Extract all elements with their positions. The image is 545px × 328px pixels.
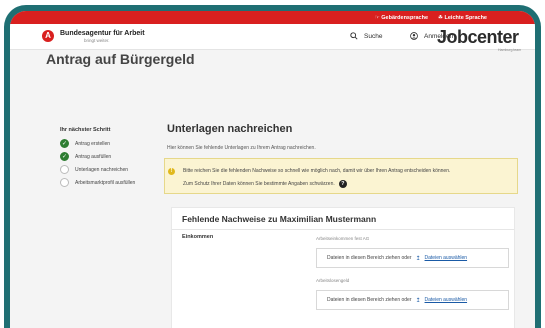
notice-text-2: Zum Schutz Ihrer Daten können Sie bestim… xyxy=(183,180,347,188)
check-icon: ✓ xyxy=(60,139,69,148)
empty-circle-icon xyxy=(60,178,69,187)
easy-language-label: Leichte Sprache xyxy=(444,14,488,21)
info-notice: ! Bitte reichen Sie die fehlenden Nachwe… xyxy=(164,158,518,194)
step-item[interactable]: Unterlagen nachreichen xyxy=(60,165,128,174)
choose-files-link[interactable]: Dateien auswählen xyxy=(425,255,468,261)
section-title: Unterlagen nachreichen xyxy=(167,123,293,135)
step-item[interactable]: Arbeitsmarktprofil ausfüllen xyxy=(60,178,135,187)
page-title: Antrag auf Bürgergeld xyxy=(46,51,195,67)
ba-logo-icon[interactable]: A xyxy=(42,30,54,42)
divider xyxy=(172,229,514,230)
field-label: Arbeitseinkommen fest AG xyxy=(316,236,370,241)
search-button[interactable]: Suche xyxy=(350,32,382,40)
jobcenter-logo: Jobcenter xyxy=(437,27,519,47)
brand-name[interactable]: Bundesagentur für Arbeit xyxy=(60,30,145,37)
notice-redact-text: Zum Schutz Ihrer Daten können Sie bestim… xyxy=(183,181,335,187)
step-label: Unterlagen nachreichen xyxy=(75,166,129,173)
step-item[interactable]: ✓ Antrag erstellen xyxy=(60,139,110,148)
step-item[interactable]: ✓ Antrag ausfüllen xyxy=(60,152,111,161)
file-dropzone[interactable]: Dateien in diesen Bereich ziehen oder ↥ … xyxy=(316,290,509,310)
steps-title: Ihr nächster Schritt xyxy=(60,127,111,133)
missing-documents-card: Fehlende Nachweise zu Maximilian Musterm… xyxy=(171,207,515,328)
upload-icon: ↥ xyxy=(415,255,421,262)
section-subtitle: Hier können Sie fehlende Unterlagen zu I… xyxy=(167,145,316,151)
income-section-label: Einkommen xyxy=(182,234,214,240)
field-label: Arbeitslosengeld xyxy=(316,278,350,283)
step-label: Antrag ausfüllen xyxy=(75,153,112,160)
jobcenter-sublabel: Hamburg.team xyxy=(498,48,522,52)
step-label: Antrag erstellen xyxy=(75,140,111,147)
dropzone-text: Dateien in diesen Bereich ziehen oder xyxy=(327,297,412,303)
sign-language-link[interactable]: ☞ Gebärdensprache xyxy=(375,15,428,21)
upload-icon: ↥ xyxy=(415,297,421,304)
dropzone-text: Dateien in diesen Bereich ziehen oder xyxy=(327,255,412,261)
help-icon[interactable]: ? xyxy=(338,180,347,188)
empty-circle-icon xyxy=(60,165,69,174)
step-label: Arbeitsmarktprofil ausfüllen xyxy=(75,179,136,186)
search-label: Suche xyxy=(364,32,383,40)
file-dropzone[interactable]: Dateien in diesen Bereich ziehen oder ↥ … xyxy=(316,248,509,268)
search-icon xyxy=(350,32,358,40)
choose-files-link[interactable]: Dateien auswählen xyxy=(425,297,468,303)
sign-language-label: Gebärdensprache xyxy=(381,14,429,21)
card-title: Fehlende Nachweise zu Maximilian Musterm… xyxy=(182,214,377,224)
warning-icon: ! xyxy=(168,168,175,175)
check-icon: ✓ xyxy=(60,152,69,161)
top-utility-bar: ☞ Gebärdensprache ☘ Leichte Sprache xyxy=(10,11,535,24)
user-icon xyxy=(410,32,418,40)
brand-tagline: bringt weiter. xyxy=(84,38,110,43)
browser-frame: ☞ Gebärdensprache ☘ Leichte Sprache A Bu… xyxy=(4,5,541,328)
easy-language-link[interactable]: ☘ Leichte Sprache xyxy=(438,15,487,21)
notice-text: Bitte reichen Sie die fehlenden Nachweis… xyxy=(183,168,451,174)
